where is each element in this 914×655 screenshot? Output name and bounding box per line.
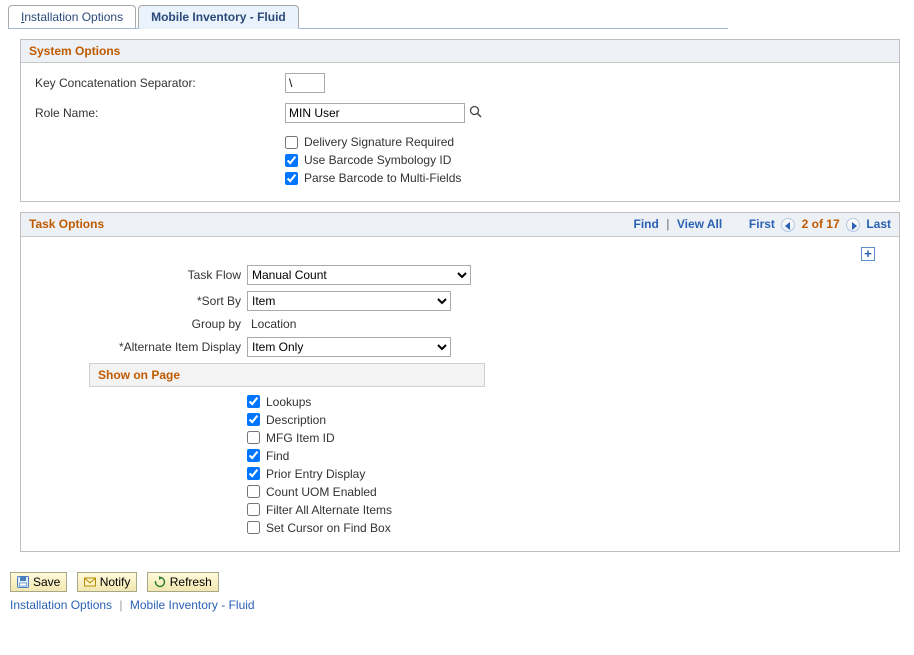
lookups-label: Lookups [266,395,311,409]
tab-strip: Installation Options Mobile Inventory - … [8,4,910,28]
mfg-item-id-label: MFG Item ID [266,431,335,445]
nav-last-link[interactable]: Last [866,217,891,231]
use-barcode-symbology-label: Use Barcode Symbology ID [304,153,451,167]
notify-button[interactable]: Notify [77,572,138,592]
task-options-nav: Find | View All First 2 of 17 Last [634,217,892,232]
nav-view-all-link[interactable]: View All [677,217,722,231]
count-uom-enabled-checkbox[interactable] [247,485,260,498]
use-barcode-symbology-checkbox[interactable] [285,154,298,167]
task-options-header: Task Options [29,217,104,231]
find-checkbox[interactable] [247,449,260,462]
description-label: Description [266,413,326,427]
system-options-header: System Options [21,40,899,63]
role-name-label: Role Name: [33,106,285,120]
alt-item-display-select[interactable]: Item Only [247,337,451,357]
refresh-button[interactable]: Refresh [147,572,219,592]
delivery-signature-checkbox[interactable] [285,136,298,149]
footer-installation-options-link[interactable]: Installation Options [10,598,112,612]
find-label: Find [266,449,289,463]
key-sep-label: Key Concatenation Separator: [33,76,285,90]
prior-entry-display-label: Prior Entry Display [266,467,365,481]
refresh-icon [154,576,166,588]
group-by-value: Location [247,317,296,331]
role-name-input[interactable] [285,103,465,123]
description-checkbox[interactable] [247,413,260,426]
set-cursor-find-label: Set Cursor on Find Box [266,521,391,535]
task-options-group: Task Options Find | View All First 2 of … [20,212,900,552]
nav-find-link[interactable]: Find [634,217,659,231]
group-by-label: Group by [49,317,247,331]
count-uom-enabled-label: Count UOM Enabled [266,485,377,499]
tab-mobile-inventory-fluid[interactable]: Mobile Inventory - Fluid [138,5,299,29]
save-button[interactable]: Save [10,572,67,592]
next-icon[interactable] [846,218,860,232]
nav-counter: 2 of 17 [802,217,840,231]
system-options-group: System Options Key Concatenation Separat… [20,39,900,202]
set-cursor-find-checkbox[interactable] [247,521,260,534]
lookups-checkbox[interactable] [247,395,260,408]
magnifier-icon[interactable] [469,105,483,122]
key-sep-input[interactable] [285,73,325,93]
prior-entry-display-checkbox[interactable] [247,467,260,480]
footer-links: Installation Options | Mobile Inventory … [4,598,910,612]
filter-alt-items-label: Filter All Alternate Items [266,503,392,517]
sort-by-select[interactable]: Item [247,291,451,311]
filter-alt-items-checkbox[interactable] [247,503,260,516]
alt-item-display-label: *Alternate Item Display [49,340,247,354]
delivery-signature-label: Delivery Signature Required [304,135,454,149]
task-flow-select[interactable]: Manual Count [247,265,471,285]
task-flow-label: Task Flow [49,268,247,282]
mfg-item-id-checkbox[interactable] [247,431,260,444]
tab-installation-options[interactable]: Installation Options [8,5,136,28]
disk-icon [17,576,29,588]
envelope-icon [84,576,96,588]
previous-icon[interactable] [781,218,795,232]
footer-mobile-inventory-link[interactable]: Mobile Inventory - Fluid [130,598,255,612]
add-row-icon[interactable]: + [861,247,875,261]
sort-by-label: *Sort By [49,294,247,308]
show-on-page-header: Show on Page [89,363,485,387]
parse-barcode-checkbox[interactable] [285,172,298,185]
parse-barcode-label: Parse Barcode to Multi-Fields [304,171,461,185]
footer-buttons: Save Notify Refresh [4,562,910,598]
nav-first-link[interactable]: First [749,217,775,231]
